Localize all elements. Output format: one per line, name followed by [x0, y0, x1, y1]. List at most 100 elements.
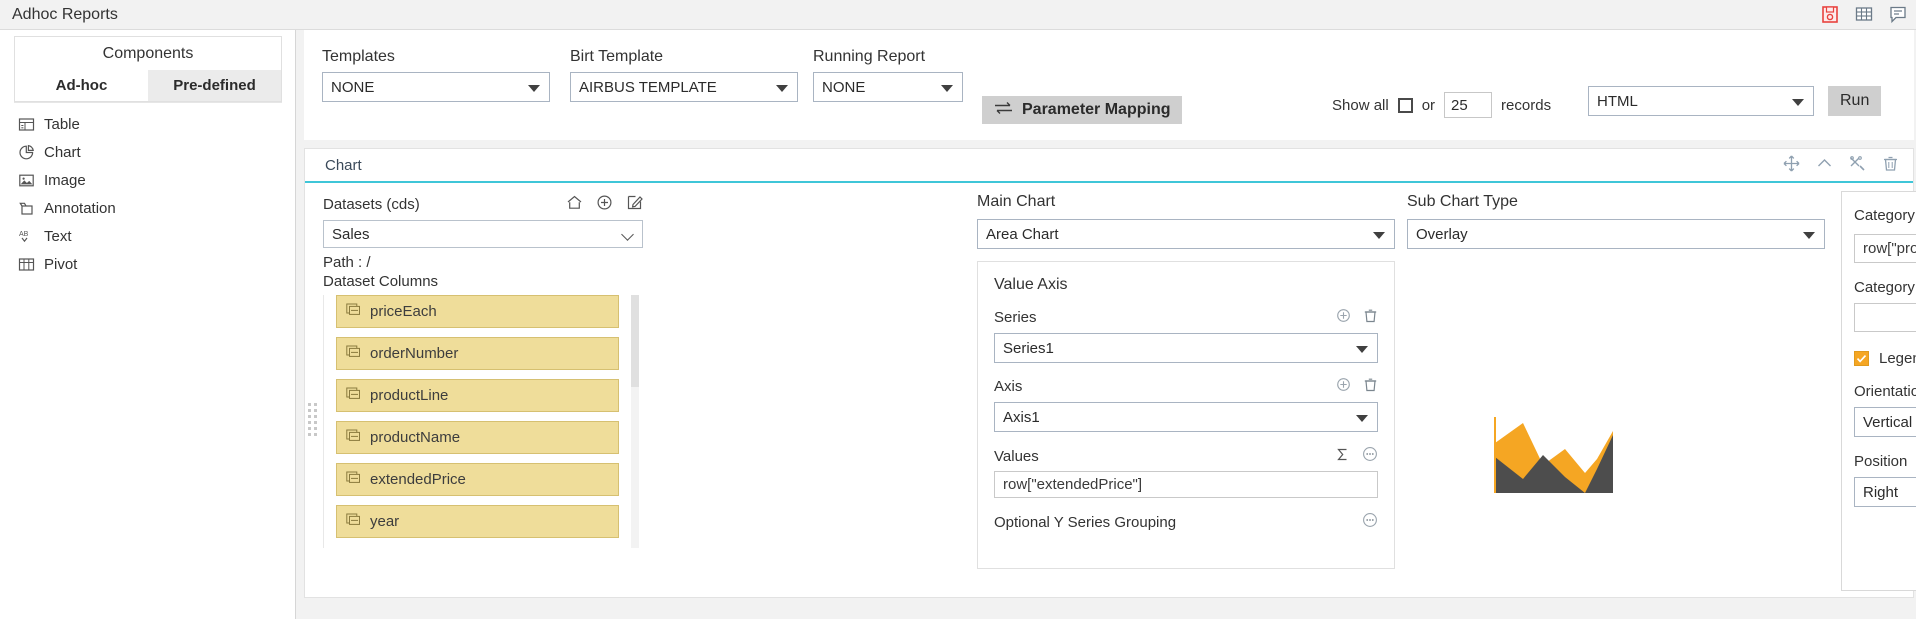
annotation-icon [18, 200, 35, 217]
save-icon[interactable] [1820, 4, 1840, 24]
delete-icon[interactable] [1363, 377, 1378, 396]
sidebar-item-table[interactable]: Table [14, 110, 282, 138]
more-options-icon[interactable] [1362, 512, 1378, 532]
sub-chart-panel: Sub Chart Type Overlay [1407, 193, 1825, 249]
values-value: row["extendedPrice"] [1003, 476, 1143, 493]
delete-icon[interactable] [1363, 308, 1378, 327]
settings-tools-icon[interactable] [1849, 155, 1866, 172]
sidebar-nav-list: Table Chart Image Annotation AB Text Piv… [14, 110, 282, 278]
more-options-icon[interactable] [1362, 446, 1378, 466]
position-select[interactable]: Right [1854, 477, 1916, 507]
comment-icon[interactable] [1888, 4, 1908, 24]
templates-label: Templates [322, 48, 395, 65]
sidebar-item-text[interactable]: AB Text [14, 222, 282, 250]
legend-enable-row[interactable]: Legend Enable [1854, 350, 1916, 367]
column-field-icon [346, 387, 361, 404]
chevron-down-icon [776, 85, 788, 92]
category-axis-input[interactable] [1854, 303, 1916, 332]
home-icon[interactable] [566, 194, 583, 215]
records-input[interactable] [1444, 92, 1493, 118]
birt-template-value: AIRBUS TEMPLATE [579, 78, 717, 96]
show-all-group: Show all or records [1332, 92, 1551, 118]
dataset-column-chip[interactable]: productLine [336, 379, 619, 412]
dataset-columns-scrollbar[interactable] [631, 295, 639, 548]
column-field-icon [346, 513, 361, 530]
dataset-column-chip[interactable]: orderNumber [336, 337, 619, 370]
column-name: orderNumber [370, 345, 459, 362]
dataset-column-chip[interactable]: priceEach [336, 295, 619, 328]
series-row-icons [1336, 308, 1378, 327]
output-format-select[interactable]: HTML [1588, 86, 1814, 116]
dataset-select[interactable]: Sales [323, 220, 643, 248]
chevron-down-icon [1373, 232, 1385, 239]
panel-drag-handle[interactable] [307, 395, 317, 443]
chevron-up-icon[interactable] [1816, 155, 1833, 172]
sidebar-item-label: Pivot [44, 255, 78, 273]
optional-grouping-row: Optional Y Series Grouping [994, 512, 1378, 532]
orientation-value: Vertical [1863, 413, 1913, 431]
sidebar-item-image[interactable]: Image [14, 166, 282, 194]
templates-select[interactable]: NONE [322, 72, 550, 102]
show-all-checkbox[interactable] [1397, 97, 1413, 113]
tab-ad-hoc[interactable]: Ad-hoc [15, 70, 148, 101]
legend-enable-checkbox[interactable] [1854, 351, 1869, 366]
chart-card-title: Chart [325, 157, 362, 174]
dataset-column-chip[interactable]: productName [336, 421, 619, 454]
run-button[interactable]: Run [1828, 86, 1882, 116]
sub-chart-type-select[interactable]: Overlay [1407, 219, 1825, 249]
output-format-field: HTML [1588, 86, 1814, 116]
parameter-mapping-button[interactable]: Parameter Mapping [982, 96, 1183, 124]
sigma-icon[interactable] [1335, 447, 1350, 466]
values-input[interactable]: row["extendedPrice"] [994, 471, 1378, 498]
column-name: extendedPrice [370, 471, 466, 488]
output-format-value: HTML [1597, 92, 1638, 110]
sidebar-item-label: Table [44, 115, 80, 133]
axis-row: Axis [994, 377, 1378, 396]
parameter-mapping-label: Parameter Mapping [1022, 101, 1171, 118]
birt-template-select[interactable]: AIRBUS TEMPLATE [570, 72, 798, 102]
dataset-column-chip[interactable]: extendedPrice [336, 463, 619, 496]
main-chart-select[interactable]: Area Chart [977, 219, 1395, 249]
plus-circle-icon[interactable] [1336, 308, 1351, 327]
sidebar-item-annotation[interactable]: Annotation [14, 194, 282, 222]
move-icon[interactable] [1783, 155, 1800, 172]
category-series-header: Category (X) Series [1854, 204, 1916, 226]
series-label: Series [994, 309, 1037, 326]
position-value: Right [1863, 483, 1899, 501]
dataset-column-chip[interactable]: year [336, 505, 619, 538]
edit-icon[interactable] [626, 194, 643, 215]
datasets-header-label: Datasets (cds) [323, 195, 420, 213]
axis-value: Axis1 [1003, 408, 1040, 426]
category-x-series-input[interactable]: row["productLine"] [1854, 234, 1916, 263]
chevron-down-icon [1356, 415, 1368, 422]
values-row: Values [994, 446, 1378, 466]
grid-icon[interactable] [1854, 4, 1874, 24]
delete-icon[interactable] [1882, 155, 1899, 172]
series-value: Series1 [1003, 339, 1054, 357]
series-select[interactable]: Series1 [994, 333, 1378, 363]
dataset-columns-label: Dataset Columns [323, 273, 439, 290]
tab-pre-defined[interactable]: Pre-defined [148, 70, 281, 101]
chevron-down-icon [621, 228, 634, 241]
running-report-field: Running Report NONE [813, 48, 963, 102]
legend-enable-label: Legend Enable [1879, 350, 1916, 367]
axis-select[interactable]: Axis1 [994, 402, 1378, 432]
running-report-select[interactable]: NONE [813, 72, 963, 102]
chart-card: Chart Datasets (cds) Sales Path: / Data… [304, 148, 1916, 598]
titlebar: Adhoc Reports [0, 0, 1916, 30]
app-title: Adhoc Reports [12, 6, 118, 23]
axis-row-icons [1336, 377, 1378, 396]
column-field-icon [346, 303, 361, 320]
pivot-icon [18, 256, 35, 273]
plus-circle-icon[interactable] [596, 194, 613, 215]
sidebar-item-pivot[interactable]: Pivot [14, 250, 282, 278]
chart-card-header: Chart [305, 149, 1913, 183]
plus-circle-icon[interactable] [1336, 377, 1351, 396]
sidebar-item-chart[interactable]: Chart [14, 138, 282, 166]
value-axis-label: Value Axis [994, 276, 1068, 293]
series-row: Series [994, 308, 1378, 327]
birt-template-label: Birt Template [570, 48, 664, 65]
orientation-select[interactable]: Vertical [1854, 407, 1916, 437]
text-icon: AB [18, 228, 35, 245]
optional-grouping-icons [1362, 512, 1378, 532]
